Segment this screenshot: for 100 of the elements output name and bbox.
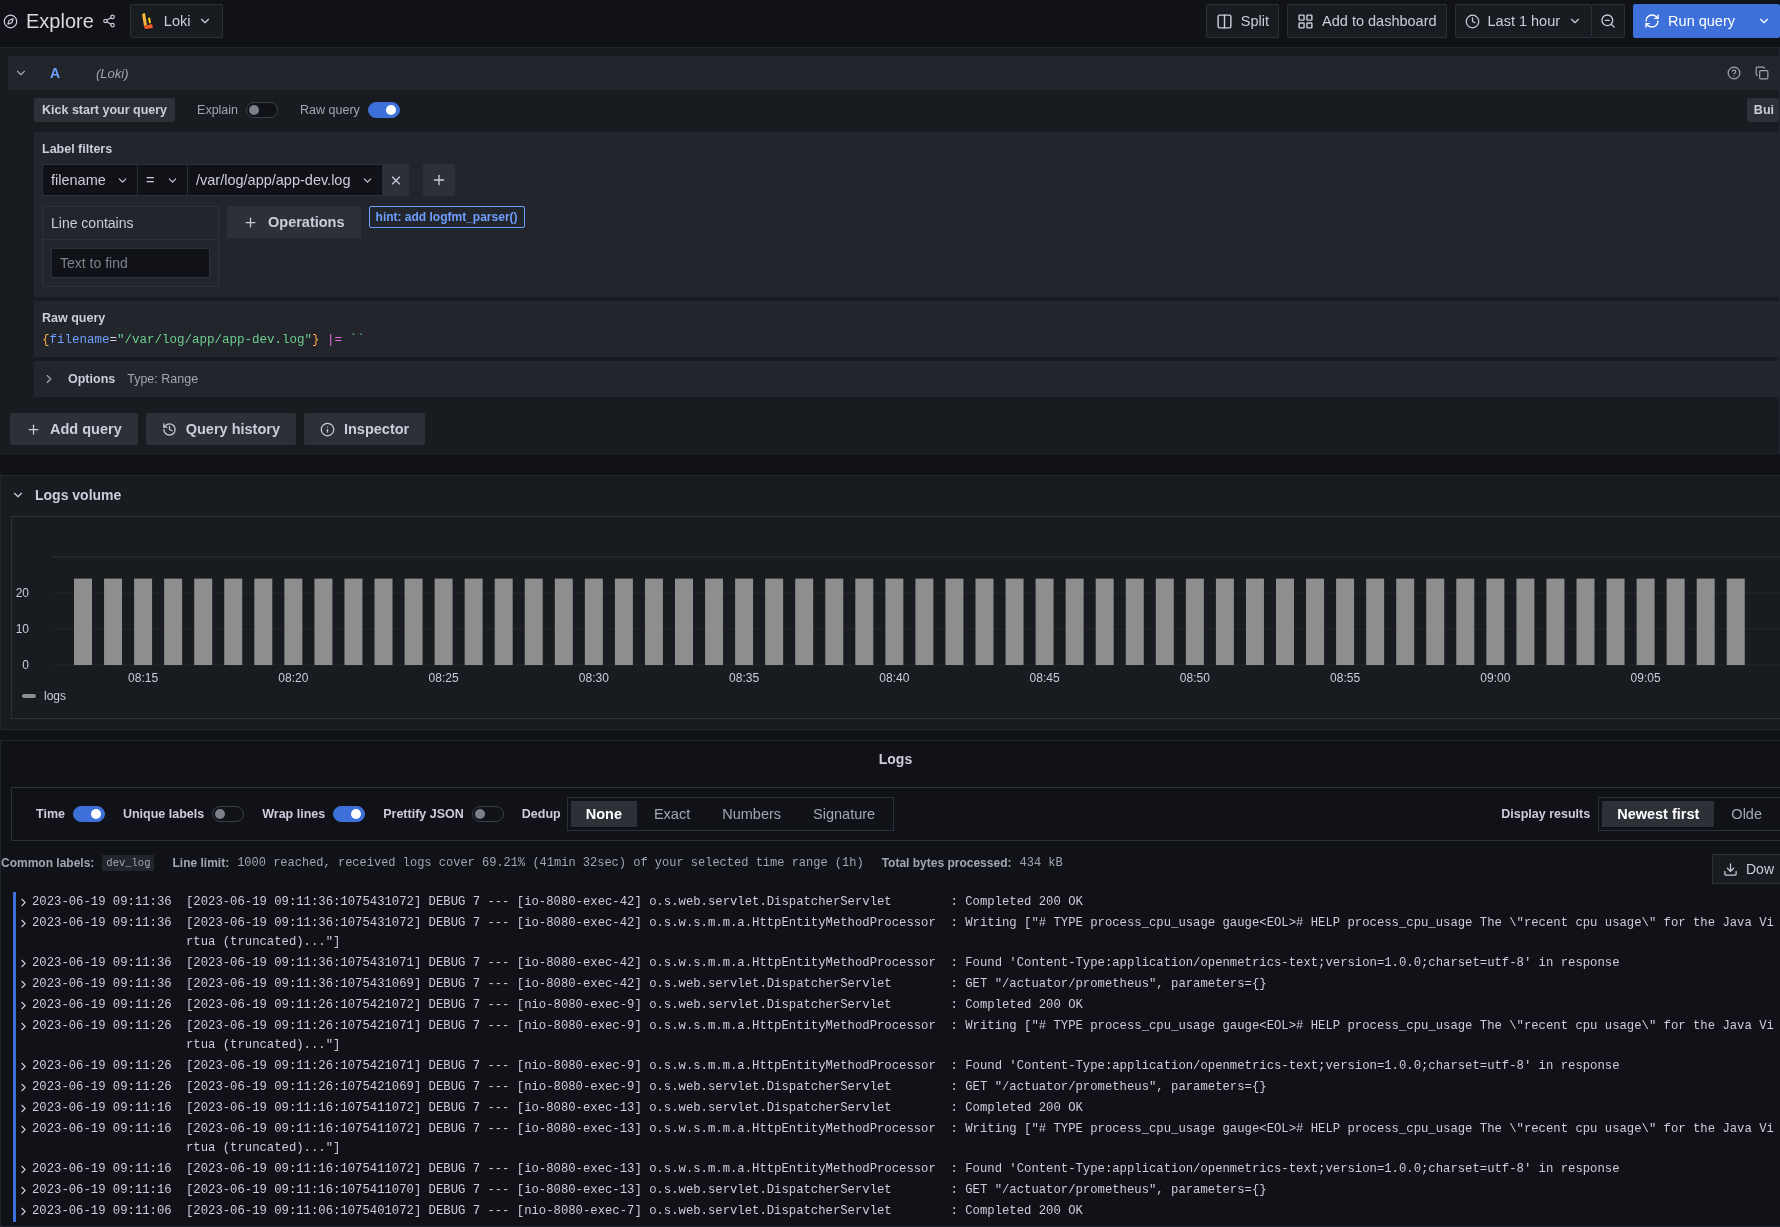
raw-query-code: {filename="/var/log/app/app-dev.log"} |= `` [42, 333, 366, 347]
inspector-button[interactable]: Inspector [304, 413, 426, 445]
run-query-button[interactable]: Run query [1633, 4, 1780, 38]
toggle-switch[interactable] [212, 806, 245, 822]
y-axis-label: 0 [22, 658, 29, 672]
zoom-out-button[interactable] [1592, 4, 1626, 38]
kick-start-button[interactable]: Kick start your query [34, 98, 176, 122]
x-axis-label: 09:00 [1480, 671, 1511, 685]
hint-button[interactable]: hint: add logfmt_parser() [368, 206, 525, 228]
log-message: [2023-06-19 09:11:26:1075421071] DEBUG 7 --- [nio-8080-exec-9] o.s.w.s.m.m.a.HttpEntityMethodProcessor : Writing ["# TYPE process_cpu_usage gauge<EOL># HELP process_cpu_usage The \"recent cpu usage\" for the Java Vi rtua (truncated)..."] [186, 1018, 1774, 1054]
log-row[interactable]: 2023-06-19 09:11:26 [2023-06-19 09:11:26:1075421072] DEBUG 7 --- [nio-8080-exec-9] o.s.web.servlet.DispatcherServlet : Completed 200 OK [13, 995, 1780, 1016]
dedup-option[interactable]: Numbers [707, 801, 797, 827]
panel-title: Logs volume [35, 487, 122, 503]
meta-label: Common labels: [1, 856, 95, 870]
legend-label[interactable]: logs [44, 689, 66, 703]
x-axis-label: 08:55 [1330, 671, 1361, 685]
add-query-button[interactable]: Add query [10, 413, 138, 445]
value-select[interactable]: /var/log/app/app-dev.log [188, 164, 383, 196]
query-ref-name: A [49, 65, 62, 81]
log-row[interactable]: 2023-06-19 09:11:16 [2023-06-19 09:11:16:1075411072] DEBUG 7 --- [io-8080-exec-13] o.s.web.servlet.DispatcherServlet : Completed 200 OK [13, 1098, 1780, 1119]
y-axis-label: 20 [15, 586, 29, 600]
setting-label: Wrap lines [262, 807, 326, 821]
operator-select[interactable]: = [138, 164, 188, 196]
dedup-option[interactable]: None [570, 801, 637, 827]
log-row[interactable]: 2023-06-19 09:11:26 [2023-06-19 09:11:26:1075421069] DEBUG 7 --- [nio-8080-exec-9] o.s.web.servlet.DispatcherServlet : GET "/actuator/prometheus", parameters={} [13, 1077, 1780, 1098]
log-row[interactable]: 2023-06-19 09:11:16 [2023-06-19 09:11:16:1075411070] DEBUG 7 --- [io-8080-exec-13] o.s.web.servlet.DispatcherServlet : GET "/actuator/prometheus", parameters={} [13, 1180, 1780, 1201]
options-summary: Type: Range [127, 372, 199, 386]
y-axis-label: 10 [15, 622, 29, 636]
download-button[interactable]: Dow [1712, 854, 1780, 884]
sort-option[interactable]: Newest first [1602, 801, 1715, 827]
meta-value: 434 kB [1019, 856, 1063, 870]
operation-title: Line contains [43, 207, 218, 240]
toggle-label: Explain [197, 103, 239, 117]
log-message: [2023-06-19 09:11:26:1075421071] DEBUG 7 --- [nio-8080-exec-9] o.s.w.s.m.m.a.HttpEntityMethodProcessor : Found 'Content-Type:application/openmetrics-text;version=1.0.0;charset=utf-8' in response [186, 1058, 1620, 1075]
toggle-switch[interactable] [246, 102, 279, 118]
toggle-switch[interactable] [367, 102, 400, 118]
text-input-field[interactable]: Text to find [51, 248, 210, 278]
x-axis-label: 08:25 [428, 671, 459, 685]
plus-icon [243, 214, 258, 230]
split-button[interactable]: Split [1205, 4, 1280, 38]
operations-button[interactable]: Operations [227, 206, 361, 238]
legend-line-icon [22, 694, 36, 698]
setting-label: Display results [1501, 807, 1591, 821]
x-axis-label: 08:15 [128, 671, 159, 685]
columns-icon [1215, 12, 1233, 30]
query-history-button[interactable]: Query history [145, 413, 296, 445]
log-time: 2023-06-19 09:11:26 [32, 1058, 173, 1075]
log-time: 2023-06-19 09:11:36 [32, 976, 173, 993]
log-message: [2023-06-19 09:11:26:1075421072] DEBUG 7 --- [nio-8080-exec-9] o.s.web.servlet.DispatcherServlet : Completed 200 OK [186, 997, 1083, 1014]
x-axis-label: 08:45 [1029, 671, 1060, 685]
help-icon[interactable] [1727, 66, 1741, 80]
log-time: 2023-06-19 09:11:26 [32, 1079, 173, 1096]
dedup-option[interactable]: Exact [638, 801, 706, 827]
log-row[interactable]: 2023-06-19 09:11:06 [2023-06-19 09:11:06:1075401072] DEBUG 7 --- [nio-8080-exec-7] o.s.web.servlet.DispatcherServlet : Completed 200 OK [13, 1201, 1780, 1222]
grid-icon [1297, 12, 1315, 30]
toggle-switch[interactable] [333, 806, 366, 822]
log-message: [2023-06-19 09:11:06:1075401072] DEBUG 7 --- [nio-8080-exec-7] o.s.web.servlet.DispatcherServlet : Completed 200 OK [186, 1203, 1083, 1220]
x-axis-label: 09:05 [1630, 671, 1661, 685]
log-time: 2023-06-19 09:11:36 [32, 894, 173, 911]
log-time: 2023-06-19 09:11:36 [32, 915, 173, 932]
remove-filter-button[interactable] [382, 164, 409, 196]
meta-value: 1000 reached, received logs cover 69.21% (41min 32sec) of your selected time range (1h) [237, 856, 864, 870]
log-row[interactable]: 2023-06-19 09:11:36 [2023-06-19 09:11:36:1075431069] DEBUG 7 --- [io-8080-exec-42] o.s.web.servlet.DispatcherServlet : GET "/actuator/prometheus", parameters={} [13, 974, 1780, 995]
log-message: [2023-06-19 09:11:36:1075431069] DEBUG 7 --- [io-8080-exec-42] o.s.web.servlet.DispatcherServlet : GET "/actuator/prometheus", parameters={} [186, 976, 1267, 993]
log-time: 2023-06-19 09:11:16 [32, 1161, 173, 1178]
panel-title: Logs [878, 751, 913, 767]
datasource-picker[interactable]: Loki [129, 4, 223, 38]
log-message: [2023-06-19 09:11:26:1075421069] DEBUG 7 --- [nio-8080-exec-9] o.s.web.servlet.DispatcherServlet : GET "/actuator/prometheus", parameters={} [186, 1079, 1267, 1096]
info-icon [320, 421, 335, 437]
toggle-label: Raw query [300, 103, 360, 117]
toggle-switch[interactable] [72, 806, 105, 822]
log-message: [2023-06-19 09:11:16:1075411072] DEBUG 7 --- [io-8080-exec-13] o.s.w.s.m.m.a.HttpEntityMethodProcessor : Found 'Content-Type:application/openmetrics-text;version=1.0.0;charset=utf-8' in response [186, 1161, 1620, 1178]
log-row[interactable]: 2023-06-19 09:11:36 [2023-06-19 09:11:36:1075431072] DEBUG 7 --- [io-8080-exec-42] o.s.web.servlet.DispatcherServlet : Completed 200 OK [13, 892, 1780, 913]
section-title: Label filters [42, 142, 114, 156]
setting-label: Prettify JSON [383, 807, 464, 821]
query-datasource-name: (Loki) [96, 65, 129, 81]
add-to-dashboard-button[interactable]: Add to dashboard [1287, 4, 1447, 38]
sort-option[interactable]: Olde [1716, 801, 1777, 827]
log-time: 2023-06-19 09:11:16 [32, 1121, 173, 1138]
copy-icon[interactable] [1755, 66, 1769, 80]
meta-label: Line limit: [172, 856, 230, 870]
builder-mode-button[interactable]: Bui [1746, 98, 1779, 122]
refresh-icon [1644, 13, 1661, 29]
log-time: 2023-06-19 09:11:26 [32, 997, 173, 1014]
x-axis-label: 08:35 [729, 671, 760, 685]
options-title[interactable]: Options [68, 372, 116, 386]
share-icon[interactable] [101, 14, 116, 28]
zoom-out-icon [1600, 13, 1617, 29]
dedup-option[interactable]: Signature [798, 801, 891, 827]
log-message: [2023-06-19 09:11:36:1075431072] DEBUG 7 --- [io-8080-exec-42] o.s.web.servlet.DispatcherServlet : Completed 200 OK [186, 894, 1083, 911]
log-message: [2023-06-19 09:11:36:1075431072] DEBUG 7 --- [io-8080-exec-42] o.s.w.s.m.m.a.HttpEntityMethodProcessor : Writing ["# TYPE process_cpu_usage gauge<EOL># HELP process_cpu_usage The \"recent cpu usage\" for the Java Vi rtua (truncated)..."] [186, 915, 1774, 951]
time-range-picker[interactable]: Last 1 hour [1454, 4, 1593, 38]
x-axis-label: 08:20 [278, 671, 309, 685]
clock-icon [1464, 13, 1480, 29]
add-filter-button[interactable] [422, 164, 455, 196]
toggle-switch[interactable] [471, 806, 504, 822]
section-title: Raw query [42, 311, 107, 325]
label-select[interactable]: filename [42, 164, 138, 196]
log-time: 2023-06-19 09:11:06 [32, 1203, 173, 1220]
meta-label: Total bytes processed: [881, 856, 1012, 870]
